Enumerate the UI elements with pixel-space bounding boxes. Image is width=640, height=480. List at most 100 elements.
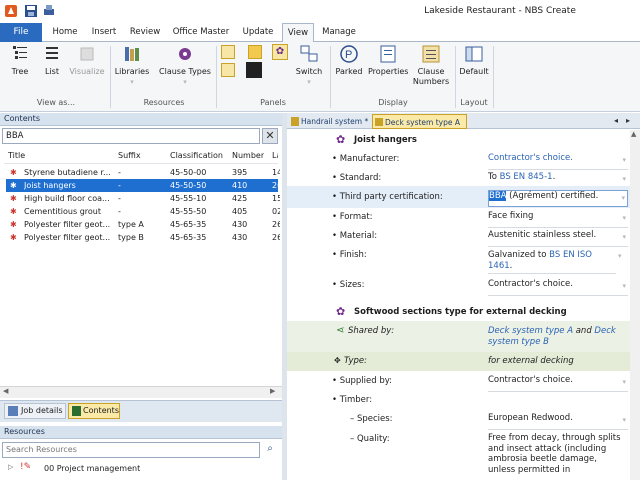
properties-button[interactable]: Properties [368, 44, 408, 77]
app-logo-icon[interactable] [4, 4, 18, 18]
clause-types-button[interactable]: Clause Types ▾ [156, 44, 214, 87]
chevron-down-icon: ▾ [621, 194, 625, 202]
search-icon[interactable]: ⌕ [262, 442, 278, 458]
tab-update[interactable]: Update [236, 23, 280, 42]
visualize-icon [77, 44, 97, 64]
tab-home[interactable]: Home [46, 23, 84, 42]
tab-view[interactable]: View [282, 23, 314, 43]
g-panel-icon[interactable] [221, 63, 235, 77]
contents-column-headers: Title Suffix Classification Number La [4, 148, 278, 164]
properties-icon [378, 44, 398, 64]
certification-label: • Third party certification: [332, 192, 443, 202]
default-button-label: Default [459, 67, 489, 76]
cell-classification: 45-65-35 [170, 233, 207, 242]
panel-splitter[interactable] [282, 113, 287, 480]
material-value[interactable]: Austenitic stainless steel. ▾ [488, 230, 628, 247]
move-icon[interactable]: ✥ [334, 356, 341, 365]
manufacturer-value[interactable]: Contractor's choice. ▾ [488, 153, 628, 170]
tab-insert[interactable]: Insert [86, 23, 122, 42]
clause-numbers-label-1: Clause [417, 67, 445, 76]
link-deck-a[interactable]: Deck system type A [488, 326, 573, 336]
horizontal-scrollbar[interactable]: ◀ ▶ [0, 386, 282, 398]
cell-classification: 45-65-35 [170, 220, 207, 229]
group-view-as: View as... [36, 98, 76, 107]
chart-panel-icon[interactable] [221, 45, 235, 59]
parked-button[interactable]: P Parked [334, 44, 364, 77]
doc-tab-deck[interactable]: Deck system type A [372, 114, 467, 129]
table-row[interactable]: ✱ Joist hangers - 45-50-50 410 26 [6, 179, 280, 192]
column-la[interactable]: La [272, 148, 278, 164]
tab-contents[interactable]: Contents [68, 403, 120, 419]
save-icon[interactable] [24, 4, 38, 18]
tab-office-master[interactable]: Office Master [168, 23, 234, 42]
resources-search-input[interactable]: Search Resources [2, 442, 260, 458]
clause-numbers-button[interactable]: Clause Numbers [412, 44, 450, 87]
cell-number: 430 [232, 233, 248, 242]
tab-job-details[interactable]: Job details [4, 403, 66, 419]
clause-type-icon: ✱ [10, 181, 17, 190]
clear-search-icon[interactable]: ✕ [262, 128, 278, 144]
chevron-down-icon[interactable]: ▾ [618, 252, 622, 260]
tree-button[interactable]: Tree [6, 44, 34, 77]
table-row[interactable]: ✱ Polyester filter geot... type A 45-65-35 4… [6, 218, 280, 231]
group-resources: Resources [143, 98, 185, 107]
column-suffix[interactable]: Suffix [118, 148, 141, 164]
resources-tree-item[interactable]: 00 Project management [44, 464, 140, 473]
scroll-left-icon[interactable]: ◀ [3, 387, 8, 395]
cell-title: Polyester filter geot... [24, 233, 111, 242]
scroll-right-icon[interactable]: ▶ [270, 387, 275, 395]
tab-scroll-left-icon[interactable]: ◂ [614, 116, 618, 125]
finish-value[interactable]: Galvanized to BS EN ISO 1461. [488, 250, 616, 274]
certification-value[interactable]: BBA (Agrément) certified. ▾ [488, 190, 628, 207]
table-row[interactable]: ✱ High build floor coa... - 45-55-10 425 15 [6, 192, 280, 205]
contents-search-input[interactable]: BBA [2, 128, 260, 144]
column-title[interactable]: Title [8, 148, 25, 164]
material-label: • Material: [332, 231, 378, 241]
dark-panel-icon[interactable] [246, 62, 262, 78]
species-value[interactable]: European Redwood. ▾ [488, 413, 628, 430]
print-icon[interactable] [42, 4, 56, 18]
window-title: Lakeside Restaurant - NBS Create [424, 6, 576, 16]
clause-panel-icon[interactable]: ✿ [272, 44, 288, 60]
visualize-button[interactable]: Visualize [68, 44, 106, 77]
tab-manage[interactable]: Manage [316, 23, 362, 42]
cell-classification: 45-55-50 [170, 207, 207, 216]
clause-heading-softwood: Softwood sections type for external deck… [354, 307, 567, 317]
shared-by-value: Deck system type A and Deck system type … [488, 326, 616, 347]
list-view-icon [42, 44, 62, 64]
cell-classification: 45-50-00 [170, 168, 207, 177]
column-number[interactable]: Number [232, 148, 264, 164]
cell-la: 14 [272, 168, 280, 177]
table-row[interactable]: ✱ Polyester filter geot... type B 45-65-35 4… [6, 231, 280, 244]
clause-type-icon: ✱ [10, 233, 17, 242]
chevron-down-icon: ▾ [622, 175, 626, 183]
cell-la: 26 [272, 233, 280, 242]
table-row[interactable]: ✱ Styrene butadiene r... - 45-50-00 395 14 [6, 166, 280, 179]
group-panels: Panels [260, 98, 286, 107]
species-label: – Species: [350, 414, 393, 424]
quality-value[interactable]: Free from decay, through splits and inse… [488, 433, 624, 480]
format-value[interactable]: Face fixing ▾ [488, 211, 628, 228]
tab-menu-icon[interactable]: ▸ [626, 116, 630, 125]
scroll-up-icon[interactable]: ▲ [631, 130, 636, 138]
libraries-button-label: Libraries [114, 67, 150, 76]
folder-panel-icon[interactable] [248, 45, 262, 59]
list-button[interactable]: List [38, 44, 66, 77]
chevron-down-icon: ▾ [183, 78, 187, 86]
doc-tab-handrail[interactable]: Handrail system * [289, 114, 369, 129]
table-row[interactable]: ✱ Cementitious grout - 45-55-50 405 02 [6, 205, 280, 218]
expand-arrow-icon[interactable]: ▷ [8, 463, 13, 471]
switch-button[interactable]: Switch ▾ [294, 44, 324, 87]
default-layout-button[interactable]: Default [458, 44, 490, 77]
tab-file[interactable]: File [0, 23, 42, 42]
supplied-by-value[interactable]: Contractor's choice. ▾ [488, 375, 628, 392]
cell-number: 395 [232, 168, 248, 177]
column-classification[interactable]: Classification [170, 148, 223, 164]
tab-review[interactable]: Review [124, 23, 166, 42]
quality-label: – Quality: [350, 434, 390, 444]
sizes-value[interactable]: Contractor's choice. ▾ [488, 279, 628, 296]
document-icon [291, 117, 299, 126]
cell-la: 26 [272, 220, 280, 229]
vertical-scrollbar[interactable]: ▲ [630, 130, 640, 480]
libraries-button[interactable]: Libraries ▾ [114, 44, 150, 87]
